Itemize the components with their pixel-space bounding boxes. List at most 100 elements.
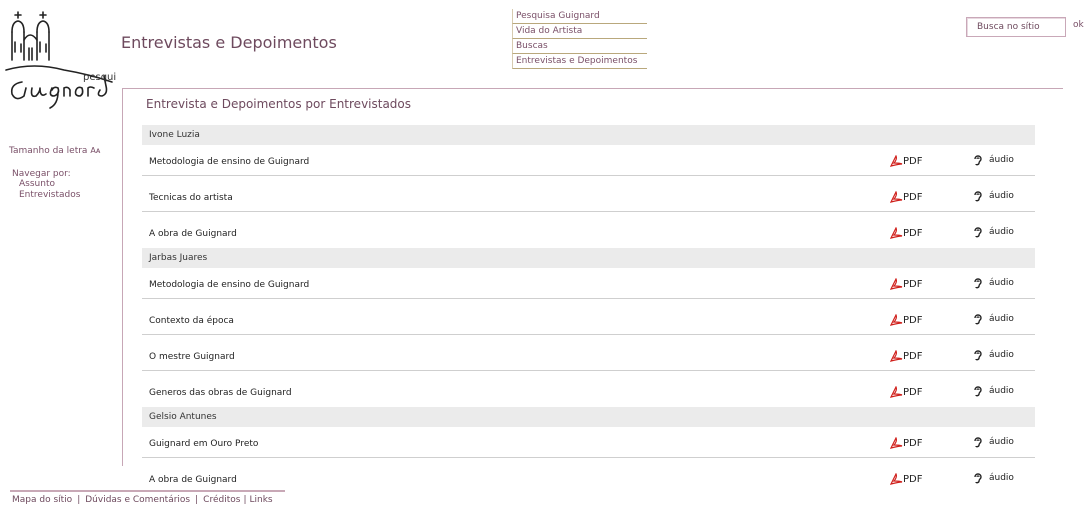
- audio-link[interactable]: áudio: [973, 385, 1014, 397]
- pdf-label: PDF: [903, 314, 923, 326]
- sidebar: Tamanho da letra Aᴀ Navegar por: Assunto…: [9, 146, 114, 201]
- interview-topic: A obra de Guignard: [149, 475, 237, 485]
- pdf-label: PDF: [903, 350, 923, 362]
- audio-link[interactable]: áudio: [973, 313, 1014, 325]
- pdf-icon: [890, 473, 903, 485]
- ear-icon: [973, 472, 989, 484]
- interview-topic: Metodologia de ensino de Guignard: [149, 280, 310, 290]
- ear-icon: [973, 385, 989, 397]
- menu-item-buscas[interactable]: Buscas: [512, 39, 647, 54]
- logo-text: pesquisa: [83, 72, 116, 83]
- pdf-label: PDF: [903, 155, 923, 167]
- pdf-label: PDF: [903, 278, 923, 290]
- menu-item-vida-do-artista[interactable]: Vida do Artista: [512, 24, 647, 39]
- interview-row: Metodologia de ensino de Guignard PDF áudi…: [142, 268, 1035, 299]
- interview-row: Generos das obras de Guignard PDF áudio: [142, 371, 1035, 407]
- interviewee-header: Ivone Luzia: [142, 125, 1035, 145]
- audio-label: áudio: [989, 437, 1014, 447]
- church-logo-icon: pesquisa: [5, 11, 128, 109]
- font-size-label: Tamanho da letra: [9, 146, 88, 156]
- pdf-link[interactable]: PDF: [890, 227, 922, 239]
- footer-separator: |: [195, 495, 199, 505]
- pdf-icon: [890, 155, 903, 167]
- pdf-icon: [890, 191, 903, 203]
- font-size-icon: Aᴀ: [90, 146, 101, 155]
- audio-link[interactable]: áudio: [973, 436, 1014, 448]
- audio-label: áudio: [989, 386, 1014, 396]
- footer-link-links[interactable]: Links: [249, 495, 272, 505]
- interview-table: Ivone Luzia Metodologia de ensino de Guig…: [142, 125, 1035, 494]
- pdf-link[interactable]: PDF: [890, 278, 922, 290]
- pesquisa-guignard-logo[interactable]: pesquisa: [4, 4, 128, 114]
- ear-icon: [973, 190, 989, 202]
- footer-link-creditos[interactable]: Créditos: [203, 495, 240, 505]
- interview-row: Metodologia de ensino de Guignard PDF áudi…: [142, 145, 1035, 176]
- audio-label: áudio: [989, 278, 1014, 288]
- audio-link[interactable]: áudio: [973, 472, 1014, 484]
- audio-label: áudio: [989, 473, 1014, 483]
- pdf-icon: [890, 386, 903, 398]
- search-input[interactable]: Busca no sítio: [966, 17, 1066, 37]
- pdf-link[interactable]: PDF: [890, 191, 922, 203]
- interview-row: Contexto da época PDF áudio: [142, 299, 1035, 335]
- pdf-icon: [890, 350, 903, 362]
- footer-separator: |: [77, 495, 81, 505]
- audio-label: áudio: [989, 350, 1014, 360]
- pdf-icon: [890, 227, 903, 239]
- content-title: Entrevista e Depoimentos por Entrevistad…: [146, 97, 412, 111]
- interview-row: Tecnicas do artista PDF áudio: [142, 176, 1035, 212]
- nav-heading: Navegar por:: [12, 169, 71, 179]
- audio-link[interactable]: áudio: [973, 349, 1014, 361]
- audio-link[interactable]: áudio: [973, 277, 1014, 289]
- ear-icon: [973, 154, 989, 166]
- interviewee-header: Gelsio Antunes: [142, 407, 1035, 427]
- audio-link[interactable]: áudio: [973, 154, 1014, 166]
- interview-row: O mestre Guignard PDF áudio: [142, 335, 1035, 371]
- search-ok-button[interactable]: ok: [1073, 20, 1084, 30]
- pdf-label: PDF: [903, 386, 923, 398]
- ear-icon: [973, 226, 989, 238]
- audio-link[interactable]: áudio: [973, 226, 1014, 238]
- font-size-toggle[interactable]: Tamanho da letra Aᴀ: [9, 146, 114, 156]
- ear-icon: [973, 436, 989, 448]
- interviewee-header: Jarbas Juares: [142, 248, 1035, 268]
- interview-topic: Generos das obras de Guignard: [149, 388, 292, 398]
- pdf-icon: [890, 437, 903, 449]
- pdf-icon: [890, 278, 903, 290]
- audio-label: áudio: [989, 227, 1014, 237]
- interview-row: A obra de Guignard PDF áudio: [142, 212, 1035, 248]
- audio-link[interactable]: áudio: [973, 190, 1014, 202]
- interview-topic: Contexto da época: [149, 316, 234, 326]
- audio-label: áudio: [989, 155, 1014, 165]
- footer-divider: [10, 490, 285, 492]
- interview-topic: Metodologia de ensino de Guignard: [149, 157, 310, 167]
- interview-topic: A obra de Guignard: [149, 229, 237, 239]
- ear-icon: [973, 313, 989, 325]
- pdf-link[interactable]: PDF: [890, 314, 922, 326]
- pdf-link[interactable]: PDF: [890, 155, 922, 167]
- menu-item-entrevistas[interactable]: Entrevistas e Depoimentos: [512, 54, 647, 69]
- pdf-link[interactable]: PDF: [890, 386, 922, 398]
- page-title: Entrevistas e Depoimentos: [121, 33, 337, 52]
- interview-topic: O mestre Guignard: [149, 352, 235, 362]
- interview-topic: Tecnicas do artista: [149, 193, 233, 203]
- pdf-label: PDF: [903, 473, 923, 485]
- pdf-label: PDF: [903, 191, 923, 203]
- nav-link-entrevistados[interactable]: Entrevistados: [19, 190, 114, 201]
- pdf-link[interactable]: PDF: [890, 350, 922, 362]
- interview-row: A obra de Guignard PDF áudio: [142, 458, 1035, 494]
- pdf-link[interactable]: PDF: [890, 437, 922, 449]
- nav-link-assunto[interactable]: Assunto: [19, 179, 114, 190]
- audio-label: áudio: [989, 314, 1014, 324]
- footer-links: Mapa do sítio | Dúvidas e Comentários | Créd…: [12, 495, 273, 505]
- footer-link-mapa[interactable]: Mapa do sítio: [12, 495, 72, 505]
- top-menu: Pesquisa Guignard Vida do Artista Buscas…: [512, 9, 647, 69]
- interview-row: Guignard em Ouro Preto PDF áudio: [142, 427, 1035, 458]
- menu-item-pesquisa-guignard[interactable]: Pesquisa Guignard: [512, 9, 647, 24]
- audio-label: áudio: [989, 191, 1014, 201]
- footer-link-duvidas[interactable]: Dúvidas e Comentários: [85, 495, 190, 505]
- pdf-link[interactable]: PDF: [890, 473, 922, 485]
- footer-separator: |: [243, 495, 247, 505]
- ear-icon: [973, 277, 989, 289]
- ear-icon: [973, 349, 989, 361]
